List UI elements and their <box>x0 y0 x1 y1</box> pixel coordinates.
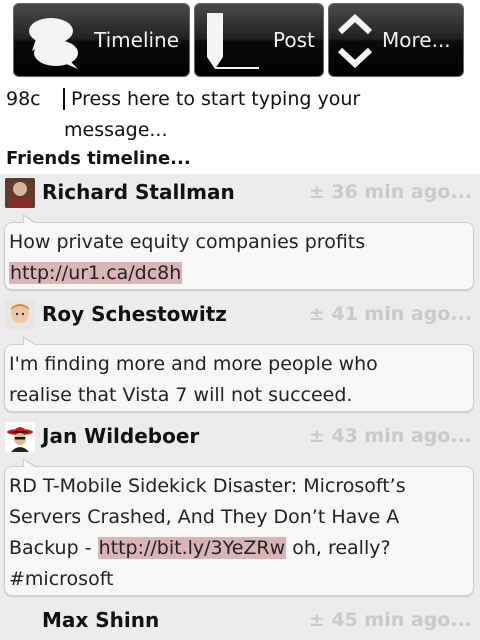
up-down-chevron-icon <box>337 13 373 69</box>
timestamp: ± 41 min ago... <box>308 303 472 325</box>
timeline-button[interactable]: Timeline <box>13 3 190 77</box>
chat-bubbles-icon <box>29 18 78 69</box>
message-text-line1: RD T-Mobile Sidekick Disaster: Microsoft… <box>9 475 406 497</box>
message-bubble: RD T-Mobile Sidekick Disaster: Microsoft… <box>4 458 474 596</box>
avatar[interactable] <box>5 300 35 330</box>
more-button[interactable]: More... <box>328 3 464 77</box>
avatar-image-icon <box>5 300 35 330</box>
timeline-title: Friends timeline... <box>6 148 191 169</box>
post-label: Post <box>273 28 315 52</box>
compose-placeholder-line1: Press here to start typing your <box>71 88 361 110</box>
avatar-image-icon <box>5 178 35 208</box>
message-bubble: I'm finding more and more people who rea… <box>4 336 474 412</box>
entry-header: Roy Schestowitz ± 41 min ago... <box>0 296 480 332</box>
more-label: More... <box>382 28 451 52</box>
friends-timeline[interactable]: Richard Stallman ± 36 min ago... How pri… <box>0 174 480 640</box>
pencil-icon <box>207 13 259 69</box>
message-link[interactable]: http://bit.ly/3YeZRw <box>97 537 287 559</box>
message-text-line3: Backup - http://bit.ly/3YeZRw oh, really… <box>9 533 469 564</box>
message-text-part: How private equity companies profits <box>9 231 366 253</box>
post-button[interactable]: Post <box>194 3 324 77</box>
compose-input[interactable]: 98c Press here to start typing your mess… <box>6 84 474 144</box>
character-count: 98c <box>6 88 41 110</box>
bubble-tail-fill <box>24 460 36 468</box>
message-text-line4: #microsoft <box>9 568 114 590</box>
author-name[interactable]: Richard Stallman <box>42 180 235 204</box>
timestamp: ± 45 min ago... <box>308 609 472 631</box>
message-bubble: How private equity companies profits htt… <box>4 214 474 290</box>
message-text: How private equity companies profits <box>9 227 469 258</box>
author-name[interactable]: Max Shinn <box>42 608 159 632</box>
avatar[interactable] <box>5 178 35 208</box>
author-name[interactable]: Jan Wildeboer <box>42 424 199 448</box>
message-text-part: oh, really? <box>286 537 391 559</box>
bubble-tail-fill <box>24 216 36 224</box>
timeline-label: Timeline <box>94 28 180 52</box>
message-text-line2: realise that Vista 7 will not succeed. <box>9 384 353 406</box>
entry-header: Jan Wildeboer ± 43 min ago... <box>0 418 480 454</box>
avatar-image-icon <box>5 422 35 452</box>
toolbar: Timeline Post More... <box>0 0 480 80</box>
entry-header: Max Shinn ± 45 min ago... <box>0 602 480 638</box>
text-cursor <box>63 88 65 110</box>
compose-placeholder-line2: message... <box>64 119 168 141</box>
entry-header: Richard Stallman ± 36 min ago... <box>0 174 480 210</box>
message-text-line2: Servers Crashed, And They Don’t Have A <box>9 506 400 528</box>
message-text-part: Backup - <box>9 537 98 559</box>
author-name[interactable]: Roy Schestowitz <box>42 302 227 326</box>
avatar[interactable] <box>5 422 35 452</box>
message-text-line1: I'm finding more and more people who <box>9 353 378 375</box>
bubble-tail-fill <box>24 338 36 346</box>
message-link[interactable]: http://ur1.ca/dc8h <box>9 262 183 284</box>
timestamp: ± 43 min ago... <box>308 425 472 447</box>
timestamp: ± 36 min ago... <box>308 181 472 203</box>
